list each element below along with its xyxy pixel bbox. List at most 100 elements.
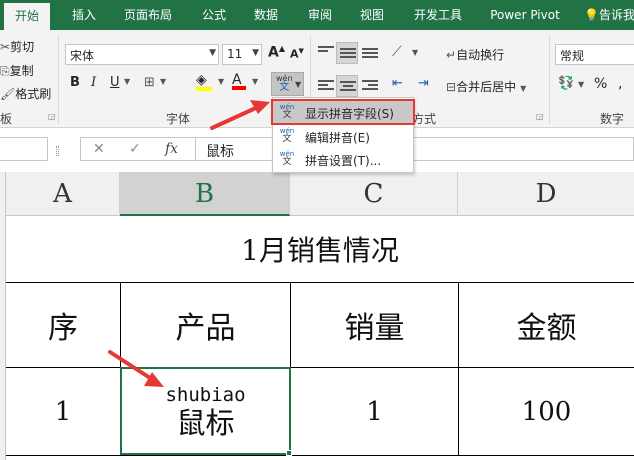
clipboard-group-label: 板 — [0, 112, 13, 126]
fill-handle[interactable] — [286, 450, 292, 456]
pinyin-text: shubiao — [165, 383, 246, 406]
formula-input[interactable]: 鼠标 — [196, 137, 634, 161]
phonetic-dropdown-menu: wén 文 显示拼音字段(S) wén 文 编辑拼音(E) wén 文 拼音设置(T)… — [271, 97, 415, 173]
bold-button[interactable]: B — [70, 75, 80, 90]
insert-function-icon[interactable]: fx — [165, 141, 178, 157]
currency-icon[interactable]: 💱 — [558, 76, 574, 91]
chevron-down-icon: ▼ — [295, 80, 302, 89]
enter-icon[interactable]: ✓ — [129, 141, 141, 157]
column-header-a[interactable]: A — [6, 172, 120, 216]
lightbulb-icon: 💡 — [584, 8, 599, 22]
scissors-icon: ✂ — [0, 40, 11, 54]
wrap-text-button[interactable]: ↵自动换行 — [446, 46, 504, 63]
phonetic-icon: wén 文 — [279, 103, 295, 121]
font-name-value: 宋体 — [70, 49, 95, 63]
align-middle-button[interactable] — [336, 42, 358, 64]
phonetic-icon: wén 文 — [276, 74, 293, 93]
chevron-down-icon[interactable]: ▼ — [218, 77, 224, 86]
font-size-value: 11 — [227, 47, 243, 61]
underline-button[interactable]: U — [110, 75, 120, 90]
cell-qty[interactable]: 1 — [291, 368, 459, 456]
menu-item-show-phonetic[interactable]: wén 文 显示拼音字段(S) — [271, 99, 415, 125]
paint-bucket-icon: ◈ — [196, 72, 207, 88]
alignment-dialog-launcher[interactable]: ◲ — [536, 112, 544, 121]
tell-me-label: 告诉我 — [598, 8, 634, 22]
font-name-select[interactable]: 宋体 ▼ — [65, 44, 219, 65]
tab-power-pivot[interactable]: Power Pivot — [484, 0, 566, 30]
menu-item-phonetic-settings[interactable]: wén 文 拼音设置(T)... — [273, 148, 413, 170]
chevron-down-icon[interactable]: ▼ — [124, 77, 130, 86]
cut-label: 剪切 — [10, 40, 35, 54]
tab-data[interactable]: 数据 — [246, 0, 286, 30]
cell-product[interactable]: shubiao 鼠标 — [121, 368, 291, 456]
shrink-font-button[interactable]: A▼ — [290, 47, 304, 61]
clipboard-dialog-launcher[interactable]: ◲ — [48, 112, 56, 121]
menu-item-label: 编辑拼音(E) — [305, 131, 370, 145]
edit-phonetic-icon: wén 文 — [279, 127, 295, 145]
align-center-button[interactable] — [336, 75, 358, 97]
font-color-letter: A — [232, 72, 242, 88]
cancel-icon[interactable]: ✕ — [93, 141, 105, 157]
chevron-down-icon[interactable]: ▼ — [412, 48, 418, 57]
phonetic-guide-button[interactable]: wén 文 ▼ — [271, 72, 304, 96]
down-arrow-icon: ▼ — [298, 47, 304, 55]
header-cell-product[interactable]: 产品 — [121, 283, 291, 368]
up-arrow-icon: ▲ — [278, 44, 285, 53]
align-right-icon[interactable] — [362, 80, 378, 94]
phonetic-field: shubiao 鼠标 — [165, 384, 245, 440]
tab-view[interactable]: 视图 — [352, 0, 392, 30]
format-painter-label: 格式刷 — [15, 87, 52, 101]
wrap-text-label: 自动换行 — [456, 48, 505, 62]
header-cell-qty[interactable]: 销量 — [291, 283, 459, 368]
cell-seq[interactable]: 1 — [6, 368, 121, 456]
align-top-icon[interactable] — [318, 46, 334, 60]
decrease-indent-icon[interactable]: ⇤ — [392, 76, 403, 91]
align-left-icon[interactable] — [318, 80, 334, 94]
grow-font-button[interactable]: A▲ — [268, 44, 285, 61]
chevron-down-icon: ▼ — [252, 48, 259, 58]
tab-developer[interactable]: 开发工具 — [406, 0, 470, 30]
number-format-select[interactable]: 常规 — [555, 44, 634, 65]
borders-icon[interactable]: ⊞ — [144, 75, 155, 90]
merge-center-button[interactable]: ⊟合并后居中 ▼ — [446, 78, 526, 95]
orientation-icon[interactable]: ⟋ — [392, 44, 402, 60]
format-painter-button[interactable]: 🖌格式刷 — [0, 85, 51, 102]
fill-color-button[interactable]: ◈ — [196, 72, 212, 91]
header-cell-amount[interactable]: 金额 — [459, 283, 634, 368]
tab-formulas[interactable]: 公式 — [194, 0, 234, 30]
resize-handle[interactable] — [56, 146, 59, 156]
font-size-select[interactable]: 11 ▼ — [222, 44, 262, 65]
tab-page-layout[interactable]: 页面布局 — [116, 0, 180, 30]
italic-button[interactable]: I — [91, 75, 96, 90]
phonetic-icon-bottom: 文 — [282, 157, 292, 167]
tab-review[interactable]: 审阅 — [300, 0, 340, 30]
font-color-button[interactable]: A — [232, 72, 246, 90]
column-header-c[interactable]: C — [290, 172, 458, 216]
wrap-text-icon: ↵ — [446, 48, 457, 62]
group-separator — [58, 36, 59, 124]
menu-item-label: 拼音设置(T)... — [305, 154, 382, 168]
copy-icon: ⎘ — [0, 64, 10, 78]
percent-button[interactable]: % — [594, 76, 607, 92]
cell-amount[interactable]: 100 — [459, 368, 634, 456]
align-bottom-icon[interactable] — [362, 48, 378, 62]
cut-button[interactable]: ✂剪切 — [0, 38, 34, 55]
font-group-label: 字体 — [166, 112, 191, 126]
comma-style-icon[interactable]: , — [618, 76, 622, 92]
column-header-d[interactable]: D — [458, 172, 634, 216]
increase-indent-icon[interactable]: ⇥ — [418, 76, 429, 91]
menu-item-edit-phonetic[interactable]: wén 文 编辑拼音(E) — [273, 125, 413, 147]
chevron-down-icon: ▼ — [520, 84, 527, 93]
name-box[interactable] — [0, 137, 48, 161]
column-header-b[interactable]: B — [120, 172, 290, 216]
header-cell-seq[interactable]: 序 — [6, 283, 121, 368]
tab-insert[interactable]: 插入 — [62, 0, 106, 30]
chevron-down-icon[interactable]: ▼ — [578, 80, 584, 89]
title-cell[interactable]: 1月销售情况 — [6, 216, 634, 283]
number-format-value: 常规 — [560, 49, 585, 63]
tell-me-box[interactable]: 💡告诉我 — [584, 0, 634, 30]
chevron-down-icon[interactable]: ▼ — [160, 77, 166, 86]
chevron-down-icon[interactable]: ▼ — [252, 77, 258, 86]
tab-home[interactable]: 开始 — [4, 3, 50, 30]
copy-button[interactable]: ⎘复制 — [0, 62, 34, 79]
